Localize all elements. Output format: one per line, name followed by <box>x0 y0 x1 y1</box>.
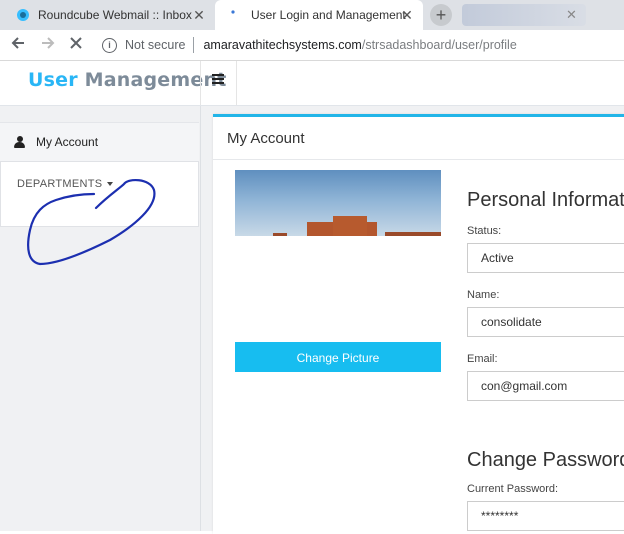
divider <box>236 61 237 105</box>
forward-arrow-icon[interactable] <box>38 35 58 55</box>
browser-toolbar: i Not secure amaravathitechsystems.com /… <box>0 30 624 61</box>
back-arrow-icon[interactable] <box>8 35 28 55</box>
departments-dropdown-panel: DEPARTMENTS <box>0 161 199 227</box>
personal-information-heading: Personal Informat <box>467 189 624 211</box>
tab-roundcube[interactable]: Roundcube Webmail :: Inbox ✕ <box>0 0 215 30</box>
address-bar[interactable]: i Not secure amaravathitechsystems.com /… <box>96 34 624 56</box>
app-logo[interactable]: User Management <box>28 69 226 91</box>
name-label: Name: <box>467 289 500 301</box>
change-picture-button[interactable]: Change Picture <box>235 342 441 372</box>
url-path: /strsadashboard/user/profile <box>361 38 517 52</box>
tab-user-login[interactable]: User Login and Management ✕ <box>215 0 423 30</box>
main-content: My Account Change Picture Personal Infor… <box>201 106 624 534</box>
change-password-heading: Change Password: <box>467 449 624 471</box>
current-password-label: Current Password: <box>467 483 559 495</box>
divider <box>193 37 195 53</box>
sidebar-item-my-account[interactable]: My Account <box>0 122 199 162</box>
card-title: My Account <box>227 130 305 147</box>
caret-down-icon <box>107 182 114 187</box>
close-tab-icon[interactable]: ✕ <box>399 7 415 23</box>
my-account-card: My Account Change Picture Personal Infor… <box>213 114 624 534</box>
current-password-field[interactable]: ******** <box>467 501 624 531</box>
sidebar: My Account DEPARTMENTS <box>0 106 201 531</box>
divider <box>200 61 201 105</box>
info-icon[interactable]: i <box>102 37 117 53</box>
url-host: amaravathitechsystems.com <box>203 38 362 52</box>
browser-tab-bar: Roundcube Webmail :: Inbox ✕ User Login … <box>0 0 624 30</box>
status-field[interactable]: Active <box>467 243 624 273</box>
tab-title: Roundcube Webmail :: Inbox <box>38 8 192 22</box>
app-header: User Management <box>0 61 624 106</box>
logo-part-2: Management <box>84 69 227 91</box>
email-field[interactable]: con@gmail.com <box>467 371 624 401</box>
user-icon <box>14 136 25 148</box>
close-icon: ✕ <box>566 7 577 22</box>
new-tab-button[interactable]: + <box>430 4 452 26</box>
roundcube-icon <box>16 8 30 22</box>
profile-picture <box>235 170 441 236</box>
departments-label: DEPARTMENTS <box>17 178 103 190</box>
tab-title: User Login and Management <box>251 8 406 22</box>
security-status: Not secure <box>125 38 186 52</box>
email-label: Email: <box>467 353 498 365</box>
loading-icon <box>229 8 243 22</box>
departments-dropdown[interactable]: DEPARTMENTS <box>17 178 114 190</box>
logo-part-1: User <box>28 69 78 91</box>
sidebar-item-label: My Account <box>36 135 99 149</box>
status-label: Status: <box>467 225 502 237</box>
close-tab-icon[interactable]: ✕ <box>191 7 207 23</box>
stop-loading-icon[interactable] <box>66 35 86 55</box>
hamburger-icon[interactable] <box>210 72 226 89</box>
name-field[interactable]: consolidate <box>467 307 624 337</box>
card-header: My Account <box>213 117 624 160</box>
